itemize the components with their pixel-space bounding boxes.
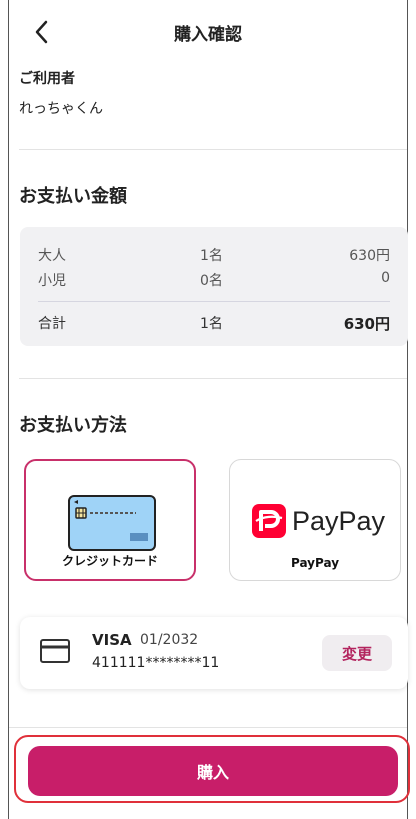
page-title: 購入確認 xyxy=(174,25,242,45)
app-screen: 購入確認 ご利用者 れっちゃくん お支払い金額 大人 1名 630円 小児 0名… xyxy=(8,0,408,819)
user-label: ご利用者 xyxy=(19,71,75,87)
row-count: 0名 xyxy=(200,273,223,289)
amount-section-title: お支払い金額 xyxy=(19,186,127,207)
row-count: 1名 xyxy=(200,248,223,264)
saved-card: VISA 01/2032 411111********11 変更 xyxy=(20,617,408,689)
amount-summary: 大人 1名 630円 小児 0名 0 合計 1名 630円 xyxy=(20,227,408,346)
change-card-button[interactable]: 変更 xyxy=(322,635,392,671)
credit-card-icon xyxy=(68,495,156,551)
payment-section-title: お支払い方法 xyxy=(19,415,127,436)
total-count: 1名 xyxy=(200,316,223,332)
payment-option-credit-card[interactable]: クレジットカード xyxy=(24,459,196,581)
adult-row: 大人 1名 630円 xyxy=(38,245,390,267)
total-price: 630円 xyxy=(343,315,390,333)
paypay-icon xyxy=(252,504,286,538)
card-brand: VISA xyxy=(92,631,132,649)
card-expiry: 01/2032 xyxy=(140,632,199,648)
buy-button[interactable]: 購入 xyxy=(28,746,398,796)
total-label: 合計 xyxy=(38,316,66,332)
divider xyxy=(19,149,407,150)
row-label: 小児 xyxy=(38,273,66,289)
user-name: れっちゃくん xyxy=(19,101,103,117)
row-label: 大人 xyxy=(38,248,66,264)
paypay-logo: PayPay xyxy=(252,504,385,538)
header: 購入確認 xyxy=(9,0,407,64)
payment-option-paypay[interactable]: PayPay PayPay xyxy=(229,459,401,581)
paypay-logo-text: PayPay xyxy=(292,505,386,536)
paypay-label: PayPay xyxy=(290,556,340,570)
credit-card-label: クレジットカード xyxy=(61,554,158,568)
divider xyxy=(19,378,407,379)
child-row: 小児 0名 0 xyxy=(38,270,390,292)
row-price: 630円 xyxy=(349,248,390,264)
card-number: 411111********11 xyxy=(92,655,220,671)
total-row: 合計 1名 630円 xyxy=(38,313,390,335)
row-price: 0 xyxy=(381,270,390,286)
card-icon xyxy=(40,639,70,663)
total-separator xyxy=(38,301,390,302)
